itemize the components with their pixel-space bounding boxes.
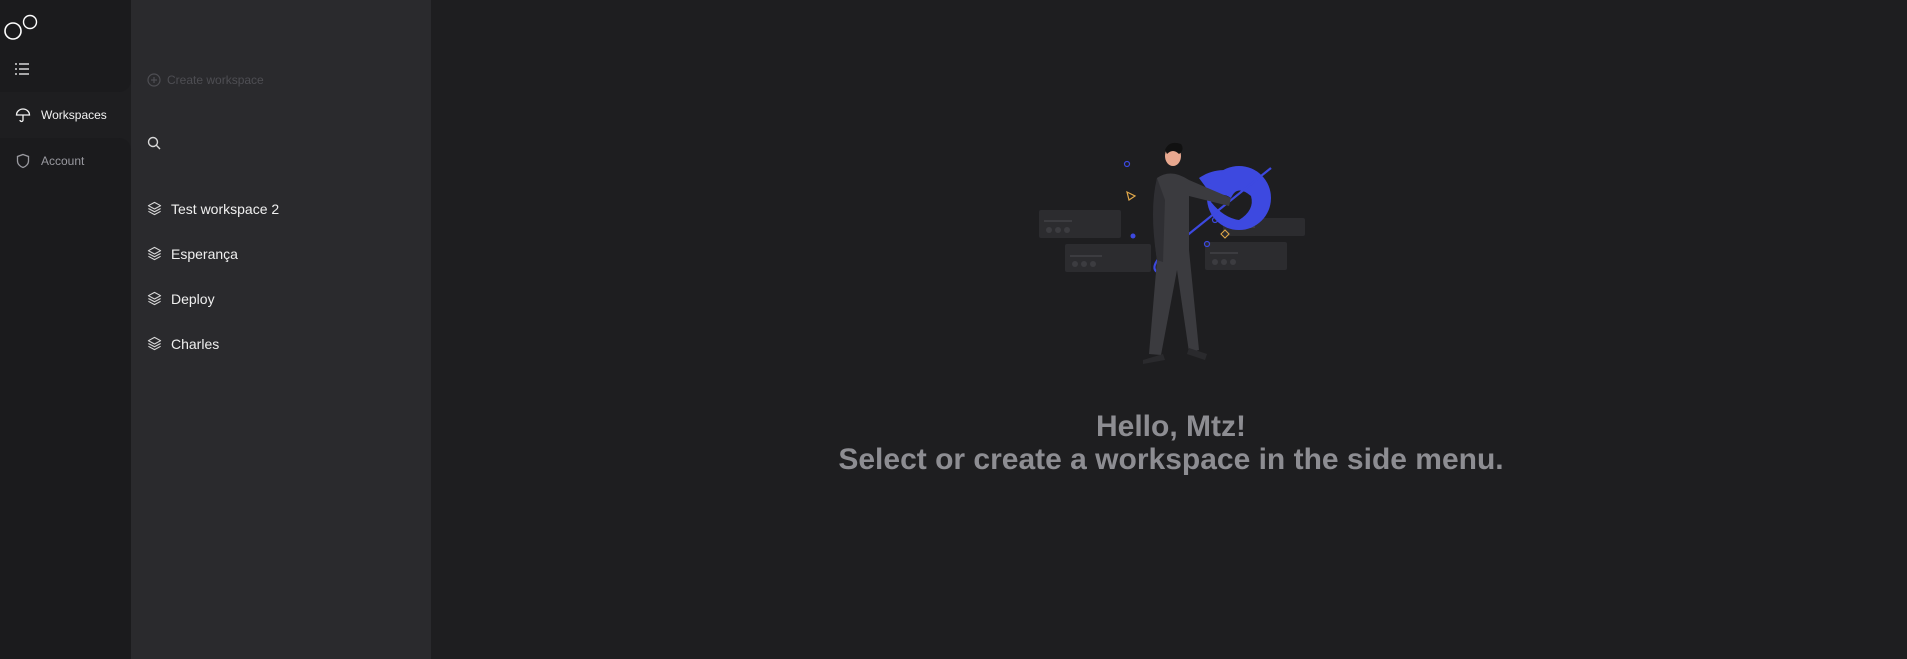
layers-icon	[147, 291, 162, 306]
workspace-search	[147, 133, 417, 153]
workspace-label: Charles	[171, 335, 220, 352]
workspace-item-charles[interactable]: Charles	[147, 321, 417, 366]
layers-icon	[147, 336, 162, 351]
search-input[interactable]	[169, 134, 403, 152]
greeting-subtitle: Select or create a workspace in the side…	[838, 443, 1504, 476]
nav-item-account[interactable]: Account	[0, 138, 131, 184]
nav-item-workspaces[interactable]: Workspaces	[0, 92, 131, 138]
nav-item-label: Workspaces	[41, 108, 107, 122]
nav-item-label: Account	[41, 154, 85, 168]
left-rail: Workspaces Account	[0, 0, 131, 659]
create-workspace-label: Create workspace	[167, 73, 264, 87]
workspace-list: Test workspace 2 Esperança Deploy Charle…	[147, 186, 417, 366]
workspace-label: Test workspace 2	[171, 200, 280, 217]
workspace-item-deploy[interactable]: Deploy	[147, 276, 417, 321]
main-content: Hello, Mtz! Select or create a workspace…	[431, 0, 1907, 659]
workspace-panel: Create workspace Test workspace 2 Espera…	[131, 0, 431, 659]
rail-bottom-section	[0, 138, 131, 659]
workspace-item-esperanca[interactable]: Esperança	[147, 231, 417, 276]
layers-icon	[147, 201, 162, 216]
app-logo[interactable]	[3, 14, 43, 42]
menu-list-icon[interactable]	[12, 60, 32, 78]
welcome-message: Hello, Mtz! Select or create a workspace…	[431, 410, 1907, 476]
plus-circle-icon	[147, 73, 161, 87]
man-with-umbrella-illustration	[1039, 142, 1305, 364]
greeting-title: Hello, Mtz!	[1096, 410, 1246, 443]
workspace-label: Deploy	[171, 290, 215, 307]
workspace-label: Esperança	[171, 245, 238, 262]
search-icon	[147, 136, 161, 150]
umbrella-icon	[15, 107, 31, 123]
shield-icon	[15, 153, 31, 169]
create-workspace-button[interactable]: Create workspace	[147, 73, 264, 87]
workspace-item-test-workspace-2[interactable]: Test workspace 2	[147, 186, 417, 231]
layers-icon	[147, 246, 162, 261]
